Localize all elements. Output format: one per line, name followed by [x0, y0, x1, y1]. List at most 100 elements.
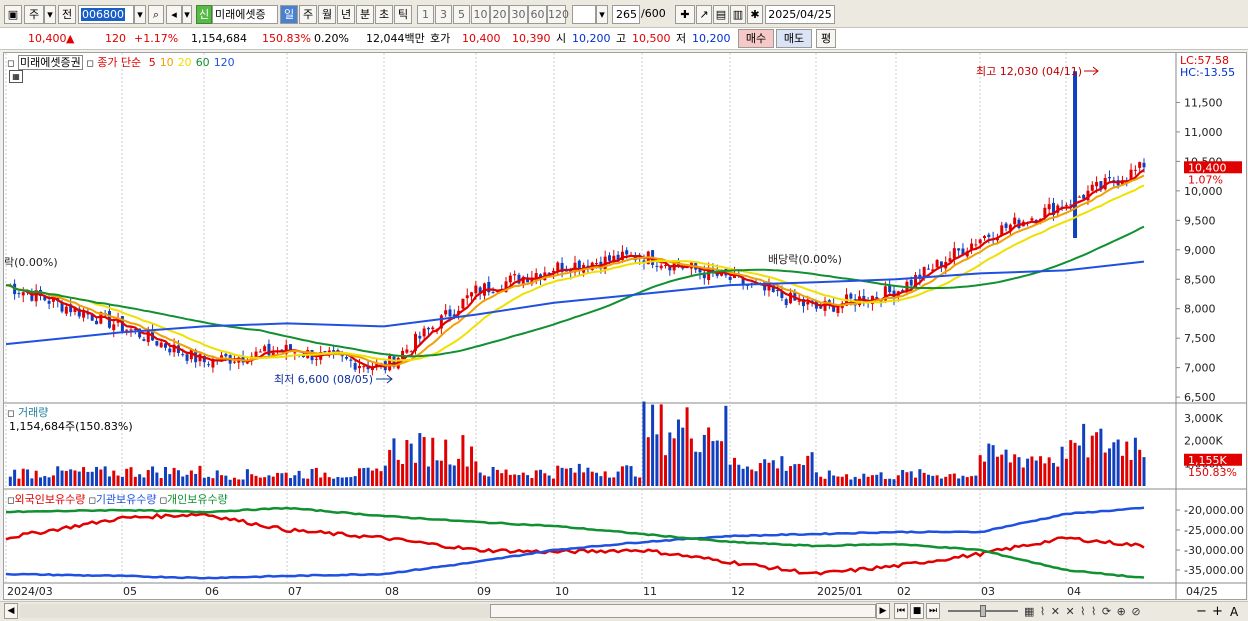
volume-bar: [1034, 460, 1038, 486]
period-tab-5[interactable]: 초: [375, 5, 393, 24]
crosshair-icon[interactable]: ✚: [675, 5, 695, 24]
volume-bar: [862, 473, 866, 486]
market-select[interactable]: 주: [24, 5, 44, 24]
period-tab-0[interactable]: 일: [280, 5, 298, 24]
count-input[interactable]: 265: [612, 5, 640, 24]
holding-line-2: [5, 506, 1145, 579]
candle-body: [659, 265, 663, 269]
gear-icon[interactable]: ✱: [747, 5, 763, 24]
draw-icon[interactable]: ↗: [696, 5, 712, 24]
interval-tab-30[interactable]: 30: [509, 5, 528, 24]
candle-body: [168, 348, 172, 353]
prefix-button[interactable]: 전: [58, 5, 76, 24]
search-icon[interactable]: ⌕: [148, 5, 164, 24]
candle-body: [728, 276, 732, 280]
period-tab-3[interactable]: 년: [337, 5, 355, 24]
volume-bar: [595, 472, 599, 486]
volume-bar: [1039, 456, 1043, 486]
interval-tab-10[interactable]: 10: [471, 5, 490, 24]
volume-bars-group: [8, 401, 1146, 486]
print-icon[interactable]: ▥: [730, 5, 746, 24]
buy-button[interactable]: 매수: [738, 29, 774, 48]
interval-tab-3[interactable]: 3: [435, 5, 452, 24]
volume-bar: [732, 457, 736, 486]
volume-bar: [784, 470, 788, 486]
chart-settings-icon[interactable]: ▦: [9, 70, 23, 83]
zoom-out-icon[interactable]: −: [1196, 604, 1207, 620]
quote-bar: 10,400 ▲ 120 +1.17% 1,154,684 150.83% 0.…: [0, 28, 1248, 50]
scroll-thumb[interactable]: [490, 604, 876, 618]
volume-bar: [931, 475, 935, 486]
volume-bar: [1086, 457, 1090, 486]
candle-body: [207, 364, 211, 366]
chart-area[interactable]: 11,50011,00010,50010,0009,5009,0008,5008…: [3, 52, 1247, 600]
last-icon[interactable]: ⏭: [926, 603, 940, 619]
scroll-left-icon[interactable]: ◀: [4, 603, 18, 619]
sell-button[interactable]: 매도: [776, 29, 812, 48]
speaker-dropdown-icon[interactable]: ▾: [182, 5, 192, 24]
volume-bar: [38, 477, 42, 486]
volume-bar: [60, 470, 64, 486]
period-tab-2[interactable]: 월: [318, 5, 336, 24]
period-tab-6[interactable]: 틱: [394, 5, 412, 24]
interval-input[interactable]: [572, 5, 596, 24]
interval-tab-5[interactable]: 5: [453, 5, 470, 24]
save-icon[interactable]: ▤: [713, 5, 729, 24]
window-icon[interactable]: ▣: [4, 5, 22, 24]
x-tick-label: 08: [385, 585, 399, 598]
first-icon[interactable]: ⏮: [894, 603, 908, 619]
volume-bar: [508, 474, 512, 486]
volume-bar: [577, 463, 581, 486]
zoom-slider-handle[interactable]: [980, 605, 986, 617]
font-size-icon[interactable]: A: [1230, 604, 1238, 620]
scroll-right-icon[interactable]: ▶: [876, 603, 890, 619]
volume-bar: [707, 427, 711, 486]
code-input[interactable]: 006800: [78, 5, 134, 24]
interval-dropdown-icon[interactable]: ▾: [596, 5, 608, 24]
speaker-icon[interactable]: ◂: [166, 5, 182, 24]
volume-bar: [431, 437, 435, 486]
count-total: /600: [641, 7, 666, 20]
scroll-bar[interactable]: ◀ ▶ ⏮ ■ ⏭ ▦ ⌇ ✕ ✕ ⌇ ⌇ ⟳ ⊕ ⊘ − + A: [0, 601, 1248, 621]
candle-body: [349, 359, 353, 361]
volume-bar: [547, 475, 551, 486]
volume-bar: [573, 472, 577, 486]
volume-bar: [551, 478, 555, 486]
high-price: 10,500: [632, 32, 671, 45]
volume-bar: [711, 441, 715, 486]
volume-bar: [556, 465, 560, 486]
volume-bar: [301, 478, 305, 486]
volume-bar: [232, 477, 236, 486]
credit-badge: 신: [196, 5, 212, 24]
interval-tab-20[interactable]: 20: [490, 5, 509, 24]
volume-bar: [465, 466, 469, 486]
volume-bar: [482, 475, 486, 486]
interval-tab-1[interactable]: 1: [417, 5, 434, 24]
stop-icon[interactable]: ■: [910, 603, 924, 619]
volume-bar: [474, 461, 478, 486]
zoom-in-icon[interactable]: +: [1212, 604, 1223, 620]
period-tab-4[interactable]: 분: [356, 5, 374, 24]
date-input[interactable]: 2025/04/25: [765, 5, 835, 24]
interval-tab-120[interactable]: 120: [547, 5, 569, 24]
eval-button[interactable]: 평: [816, 29, 836, 48]
holding-tick-label: -35,000.00: [1184, 564, 1244, 577]
volume-bar: [146, 470, 150, 486]
volume-bar: [414, 462, 418, 486]
x-tick-label: 12: [731, 585, 745, 598]
candle-body: [95, 320, 99, 325]
code-dropdown-icon[interactable]: ▾: [134, 5, 146, 24]
candle-body: [474, 285, 478, 294]
volume-bar: [120, 476, 124, 486]
volume-bar: [47, 477, 51, 486]
volume-bar: [1056, 466, 1060, 486]
tool-icons[interactable]: ▦ ⌇ ✕ ✕ ⌇ ⌇ ⟳ ⊕ ⊘: [1024, 604, 1142, 620]
code-text: 006800: [81, 8, 125, 21]
candle-body: [491, 292, 495, 294]
period-tab-1[interactable]: 주: [299, 5, 317, 24]
volume-bar: [1026, 458, 1030, 486]
volume-bar: [849, 479, 853, 486]
legend-2: 개인보유수량: [167, 493, 228, 506]
interval-tab-60[interactable]: 60: [528, 5, 547, 24]
chevron-down-icon[interactable]: ▾: [44, 5, 56, 24]
